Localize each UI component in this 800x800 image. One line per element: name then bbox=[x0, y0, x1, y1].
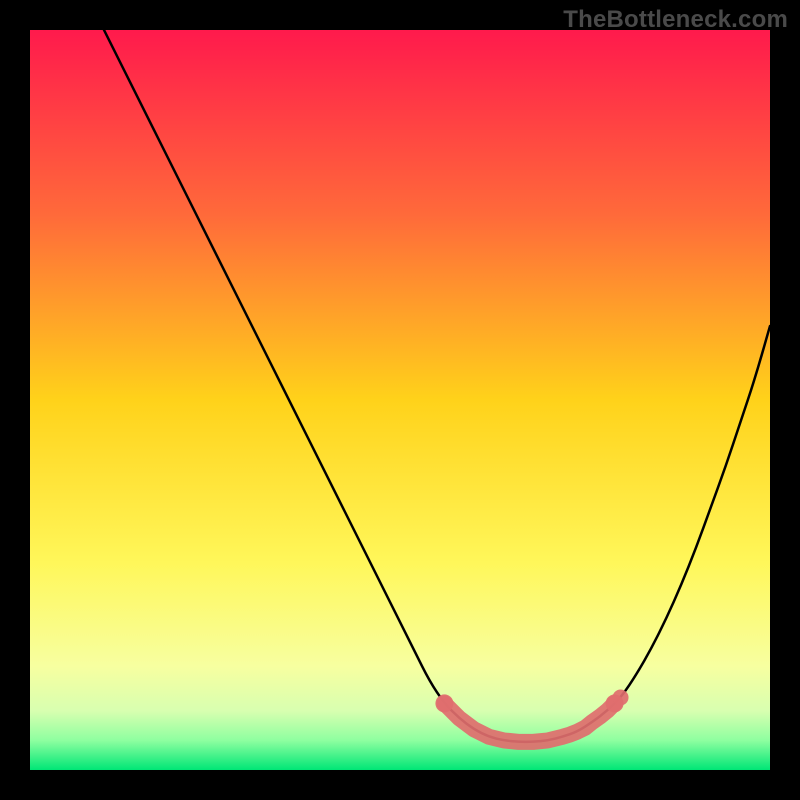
gradient-background bbox=[30, 30, 770, 770]
plot-area bbox=[30, 30, 770, 770]
watermark-text: TheBottleneck.com bbox=[563, 6, 788, 34]
trough-marker-detached-dot bbox=[613, 689, 629, 705]
chart-frame: TheBottleneck.com bbox=[0, 0, 800, 800]
plot-svg bbox=[30, 30, 770, 770]
trough-marker-endcap bbox=[435, 694, 453, 712]
